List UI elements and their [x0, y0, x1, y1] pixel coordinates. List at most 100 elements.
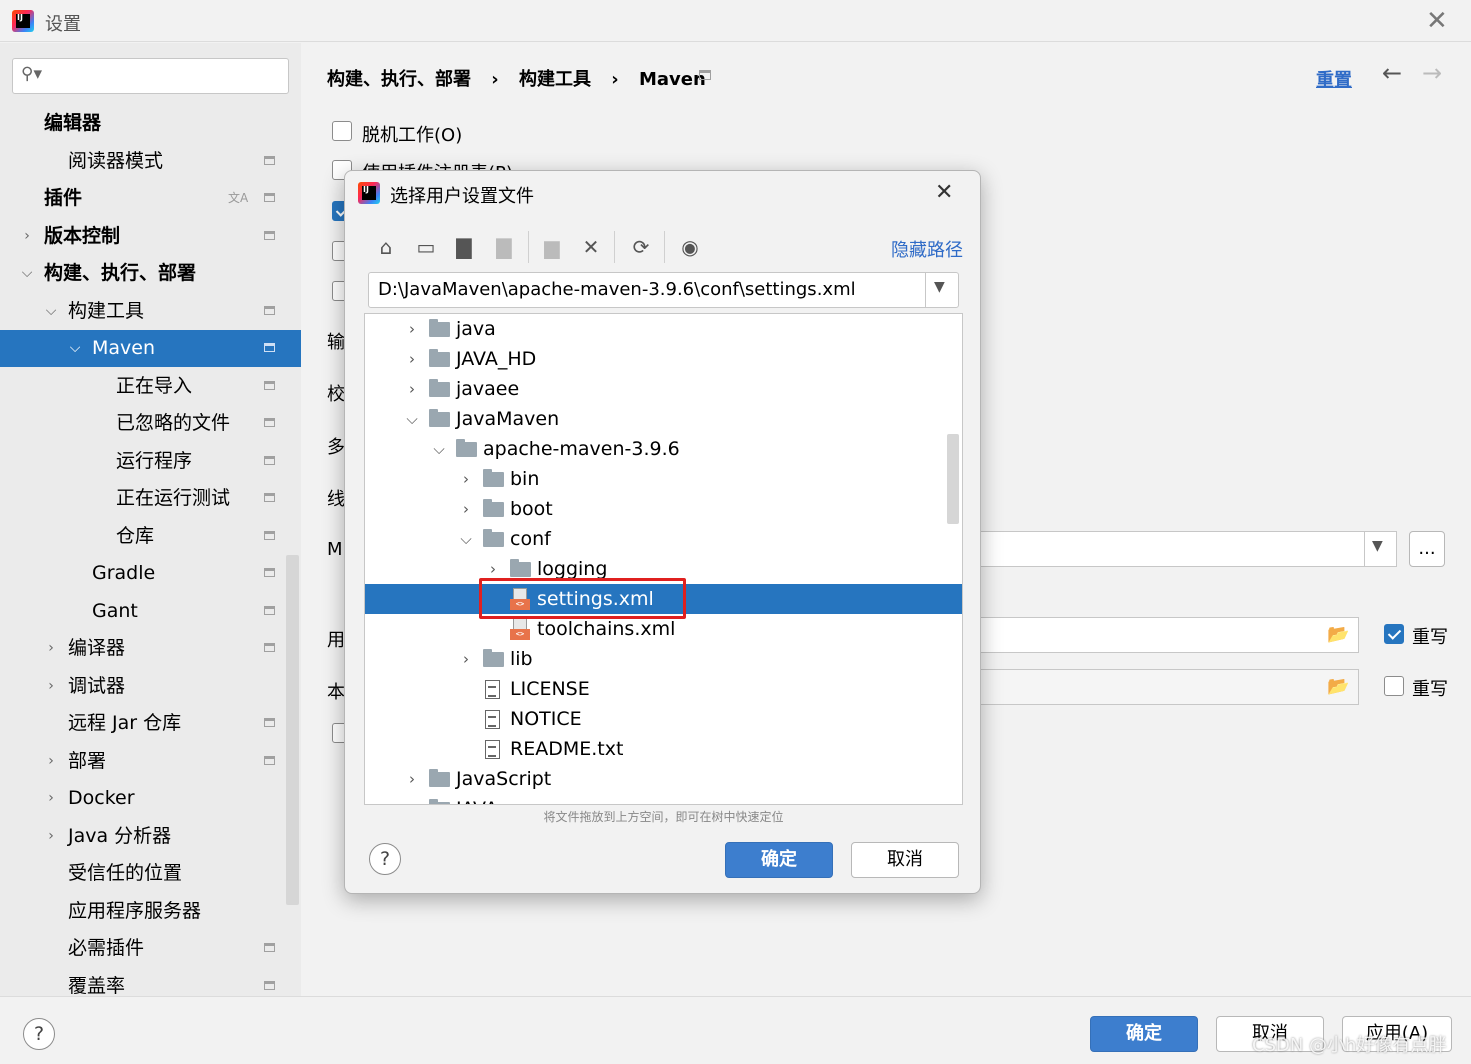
desktop-icon[interactable]: ▭ — [413, 234, 439, 260]
file-tree-scrollbar[interactable] — [947, 434, 959, 524]
module-folder-icon[interactable]: ▇ — [491, 234, 517, 260]
folder-node[interactable]: › boot — [365, 494, 962, 524]
chevron-right-icon[interactable]: › — [20, 218, 34, 255]
sidebar-item[interactable]: › Java 分析器 — [0, 818, 301, 855]
chevron-right-icon[interactable]: › — [405, 344, 419, 374]
sidebar-item[interactable]: 已忽略的文件 — [0, 405, 301, 442]
delete-icon[interactable]: ✕ — [578, 234, 604, 260]
sidebar-item[interactable]: Gant — [0, 593, 301, 630]
back-arrow-icon[interactable]: ← — [1382, 59, 1402, 87]
folder-node[interactable]: ⌵ conf — [365, 524, 962, 554]
dialog-ok-button[interactable]: 确定 — [725, 842, 833, 878]
folder-node[interactable]: › lib — [365, 644, 962, 674]
sidebar-item-label: 应用程序服务器 — [68, 899, 202, 922]
override-label: 重写 — [1412, 627, 1448, 648]
path-field[interactable]: D:\JavaMaven\apache-maven-3.9.6\conf\set… — [368, 272, 959, 308]
ok-button[interactable]: 确定 — [1090, 1016, 1198, 1052]
sidebar-item[interactable]: 插件 文A — [0, 180, 301, 217]
folder-node[interactable]: › java — [365, 314, 962, 344]
breadcrumb-item[interactable]: 构建工具 — [519, 69, 591, 90]
help-icon[interactable]: ? — [23, 1018, 55, 1050]
folder-node[interactable]: › JAVA — [365, 794, 962, 804]
folder-node[interactable]: › JavaScript — [365, 764, 962, 794]
breadcrumb-item[interactable]: 构建、执行、部署 — [327, 69, 471, 90]
project-folder-icon[interactable]: ▇ — [451, 234, 477, 260]
sidebar-item[interactable]: 运行程序 — [0, 443, 301, 480]
sidebar-item[interactable]: 应用程序服务器 — [0, 893, 301, 930]
chevron-down-icon[interactable]: ⌵ — [20, 255, 34, 292]
chevron-right-icon[interactable]: › — [44, 780, 58, 817]
chevron-right-icon[interactable]: › — [44, 743, 58, 780]
sidebar-item[interactable]: 正在运行测试 — [0, 480, 301, 517]
home-icon[interactable]: ⌂ — [373, 234, 399, 260]
folder-open-icon[interactable]: 📂 — [1327, 676, 1349, 697]
browse-button[interactable]: ... — [1409, 531, 1445, 567]
breadcrumb-separator: › — [491, 69, 499, 90]
folder-open-icon[interactable]: 📂 — [1327, 624, 1349, 645]
chevron-right-icon[interactable]: › — [44, 818, 58, 855]
search-input[interactable]: ⚲▾ — [12, 58, 289, 94]
file-tree[interactable]: › java › JAVA_HD › javaee ⌵ JavaMaven ⌵ apache-ma… — [364, 313, 963, 805]
file-node[interactable]: LICENSE — [365, 674, 962, 704]
file-node[interactable]: README.txt — [365, 734, 962, 764]
chevron-down-icon[interactable]: ⌵ — [68, 330, 82, 367]
chevron-right-icon[interactable]: › — [459, 494, 473, 524]
sidebar-scrollbar[interactable] — [286, 555, 299, 905]
hide-path-link[interactable]: 隐藏路径 — [891, 236, 963, 262]
maven-home-select[interactable]: ▼ — [971, 531, 1397, 567]
chevron-right-icon[interactable]: › — [459, 464, 473, 494]
folder-node[interactable]: › javaee — [365, 374, 962, 404]
new-folder-icon[interactable]: ▆ — [539, 234, 565, 260]
sidebar-item[interactable]: 仓库 — [0, 518, 301, 555]
sidebar-item[interactable]: › 部署 — [0, 743, 301, 780]
folder-node[interactable]: ⌵ apache-maven-3.9.6 — [365, 434, 962, 464]
sidebar-item[interactable]: 阅读器模式 — [0, 143, 301, 180]
chevron-right-icon[interactable]: › — [44, 668, 58, 705]
refresh-icon[interactable]: ⟳ — [628, 234, 654, 260]
sidebar-item[interactable]: Gradle — [0, 555, 301, 592]
chevron-down-icon[interactable]: ⌵ — [405, 404, 419, 434]
file-node[interactable]: NOTICE — [365, 704, 962, 734]
sidebar-item[interactable]: › 调试器 — [0, 668, 301, 705]
sidebar-item[interactable]: 正在导入 — [0, 368, 301, 405]
sidebar-item[interactable]: ⌵ 构建工具 — [0, 293, 301, 330]
folder-node[interactable]: ⌵ JavaMaven — [365, 404, 962, 434]
dropdown-arrow-icon[interactable]: ▼ — [934, 279, 945, 295]
sidebar-item[interactable]: › Docker — [0, 780, 301, 817]
show-hidden-icon[interactable]: ◉ — [677, 234, 703, 260]
chevron-right-icon[interactable]: › — [44, 630, 58, 667]
reset-link[interactable]: 重置 — [1316, 66, 1352, 92]
chevron-right-icon[interactable]: › — [459, 644, 473, 674]
sidebar-item[interactable]: 编辑器 — [0, 105, 301, 142]
user-settings-field[interactable]: 📂 — [971, 617, 1359, 653]
chevron-right-icon[interactable]: › — [405, 314, 419, 344]
sidebar-item[interactable]: ⌵ 构建、执行、部署 — [0, 255, 301, 292]
close-dialog-icon[interactable]: ✕ — [935, 180, 953, 205]
folder-node[interactable]: › bin — [365, 464, 962, 494]
folder-node[interactable]: › JAVA_HD — [365, 344, 962, 374]
chevron-down-icon[interactable]: ⌵ — [459, 524, 473, 554]
text-file-icon — [485, 680, 500, 699]
override-settings-checkbox[interactable] — [1384, 624, 1404, 644]
sidebar-item[interactable]: 受信任的位置 — [0, 855, 301, 892]
sidebar-item-label: Docker — [68, 787, 135, 809]
chevron-down-icon[interactable]: ⌵ — [432, 434, 446, 464]
offline-checkbox[interactable] — [332, 121, 352, 141]
chevron-right-icon[interactable]: › — [405, 794, 419, 804]
sidebar-item[interactable]: › 版本控制 — [0, 218, 301, 255]
search-field[interactable] — [57, 63, 277, 89]
chevron-right-icon[interactable]: › — [405, 374, 419, 404]
dialog-cancel-button[interactable]: 取消 — [851, 842, 959, 878]
forward-arrow-icon[interactable]: → — [1422, 59, 1442, 87]
close-window-icon[interactable]: ✕ — [1426, 6, 1448, 36]
override-repo-checkbox[interactable] — [1384, 676, 1404, 696]
sidebar-item[interactable]: 远程 Jar 仓库 — [0, 705, 301, 742]
chevron-down-icon[interactable]: ⌵ — [44, 293, 58, 330]
sidebar-item[interactable]: 必需插件 — [0, 930, 301, 967]
chevron-right-icon[interactable]: › — [405, 764, 419, 794]
sidebar-item[interactable]: › 编译器 — [0, 630, 301, 667]
local-repo-field[interactable]: 📂 — [971, 669, 1359, 705]
help-icon[interactable]: ? — [369, 843, 401, 875]
sidebar-item[interactable]: ⌵ Maven — [0, 330, 301, 367]
sidebar-item[interactable]: 覆盖率 — [0, 968, 301, 996]
